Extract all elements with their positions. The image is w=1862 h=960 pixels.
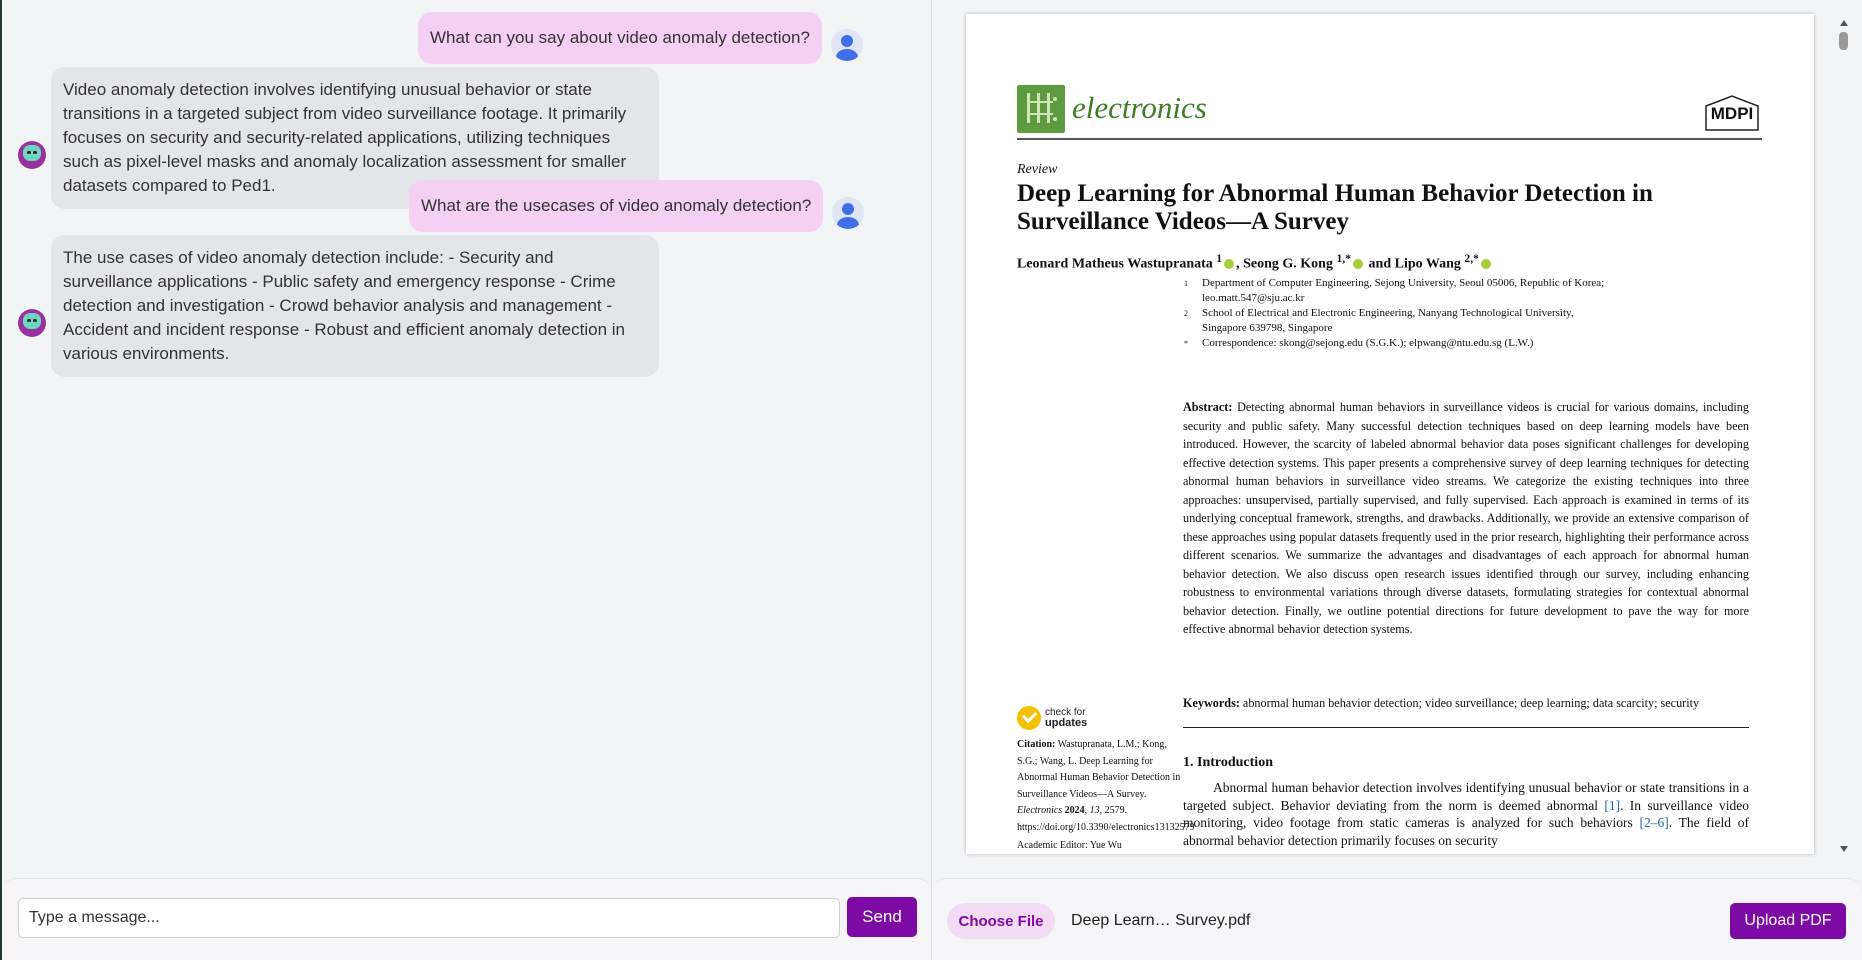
pdf-viewer[interactable]: electronics MDPI Review Deep Learning fo…: [932, 0, 1862, 878]
keywords-text: abnormal human behavior detection; video…: [1242, 696, 1700, 710]
check-updates-text: check for updates: [1045, 707, 1087, 729]
affiliation: * Correspondence: skong@sejong.edu (S.G.…: [1184, 336, 1764, 351]
citation-link[interactable]: [2–6]: [1640, 815, 1669, 830]
citation-link[interactable]: [1]: [1604, 798, 1620, 813]
header-rule: [1017, 138, 1762, 140]
affiliation: 1 Department of Computer Engineering, Se…: [1184, 276, 1764, 306]
user-message-bubble: What are the usecases of video anomaly d…: [409, 180, 824, 232]
user-message-bubble: What can you say about video anomaly det…: [418, 12, 822, 64]
citation-year: 2024: [1064, 805, 1085, 816]
author-affiliation-mark: 1,*: [1336, 252, 1352, 265]
keywords-label: Keywords:: [1183, 696, 1240, 710]
upload-bar: Choose File Deep Learn… Survey.pdf Uploa…: [932, 878, 1862, 960]
affiliation-mark: 1: [1184, 279, 1188, 288]
abstract-text: Detecting abnormal human behaviors in su…: [1183, 400, 1749, 636]
pdf-page: electronics MDPI Review Deep Learning fo…: [966, 14, 1814, 854]
user-avatar-icon: [832, 197, 865, 229]
intro-paragraph: Abnormal human behavior detection involv…: [1183, 779, 1749, 849]
orcid-icon[interactable]: [1480, 259, 1491, 270]
affiliation-text: Department of Computer Engineering, Sejo…: [1202, 277, 1605, 304]
author-name: , Seong G. Kong: [1236, 256, 1333, 272]
affiliation-mark: *: [1184, 339, 1188, 348]
bot-avatar-icon: [16, 307, 48, 339]
user-message: What can you say about video anomaly det…: [418, 12, 863, 64]
check-updates-line: updates: [1045, 717, 1088, 729]
publisher-logo: MDPI: [1702, 94, 1762, 132]
authors: Leonard Matheus Wastupranata 1 , Seong G.…: [1017, 252, 1493, 273]
affiliation-mark: 2: [1184, 309, 1188, 318]
author-name: Leonard Matheus Wastupranata: [1017, 256, 1213, 272]
citation-journal: Electronics: [1017, 805, 1063, 816]
orcid-icon[interactable]: [1224, 259, 1235, 270]
bot-message-bubble: The use cases of video anomaly detection…: [51, 235, 659, 377]
check-updates-icon: [1017, 706, 1041, 730]
orcid-icon[interactable]: [1353, 259, 1364, 270]
academic-editor: Academic Editor: Yue Wu: [1017, 840, 1122, 851]
check-for-updates-badge[interactable]: check for updates: [1017, 706, 1087, 730]
journal-name: electronics: [1072, 90, 1207, 125]
affiliation: 2 School of Electrical and Electronic En…: [1184, 306, 1764, 336]
user-avatar-icon: [830, 29, 863, 61]
citation-label: Citation:: [1017, 739, 1056, 750]
affiliation-text: School of Electrical and Electronic Engi…: [1202, 307, 1574, 334]
scroll-up-arrow-icon[interactable]: [1840, 20, 1848, 26]
chat-panel: What can you say about video anomaly det…: [2, 0, 931, 960]
citation: Citation: Wastupranata, L.M.; Kong, S.G.…: [1017, 739, 1195, 833]
upload-pdf-button[interactable]: Upload PDF: [1730, 903, 1846, 939]
citation-volume: 13: [1089, 805, 1100, 816]
scroll-thumb[interactable]: [1839, 32, 1848, 50]
article-type: Review: [1017, 162, 1058, 177]
affiliation-text: Correspondence: skong@sejong.edu (S.G.K.…: [1202, 337, 1534, 349]
keywords: Keywords: abnormal human behavior detect…: [1183, 696, 1763, 711]
bot-avatar-icon: [16, 139, 48, 171]
send-button[interactable]: Send: [847, 897, 917, 937]
bot-message: The use cases of video anomaly detection…: [16, 235, 659, 377]
author-name: and Lipo Wang: [1365, 256, 1461, 272]
scroll-down-arrow-icon[interactable]: [1840, 846, 1848, 852]
section-title: 1. Introduction: [1183, 755, 1273, 770]
abstract-label: Abstract:: [1183, 400, 1233, 414]
user-message: What are the usecases of video anomaly d…: [409, 180, 865, 232]
pdf-scrollbar[interactable]: [1836, 16, 1852, 856]
publisher-name: MDPI: [1710, 104, 1754, 123]
keywords-rule: [1183, 727, 1749, 728]
author-affiliation-mark: 1: [1216, 252, 1223, 265]
choose-file-button[interactable]: Choose File: [947, 903, 1055, 939]
article-title: Deep Learning for Abnormal Human Behavio…: [1017, 180, 1653, 235]
message-composer: Send: [2, 878, 931, 960]
journal-logo-icon: [1017, 85, 1065, 133]
author-affiliation-mark: 2,*: [1464, 252, 1479, 265]
abstract: Abstract: Detecting abnormal human behav…: [1183, 398, 1749, 639]
selected-file-name: Deep Learn… Survey.pdf: [1071, 912, 1251, 929]
message-input[interactable]: [18, 898, 840, 938]
